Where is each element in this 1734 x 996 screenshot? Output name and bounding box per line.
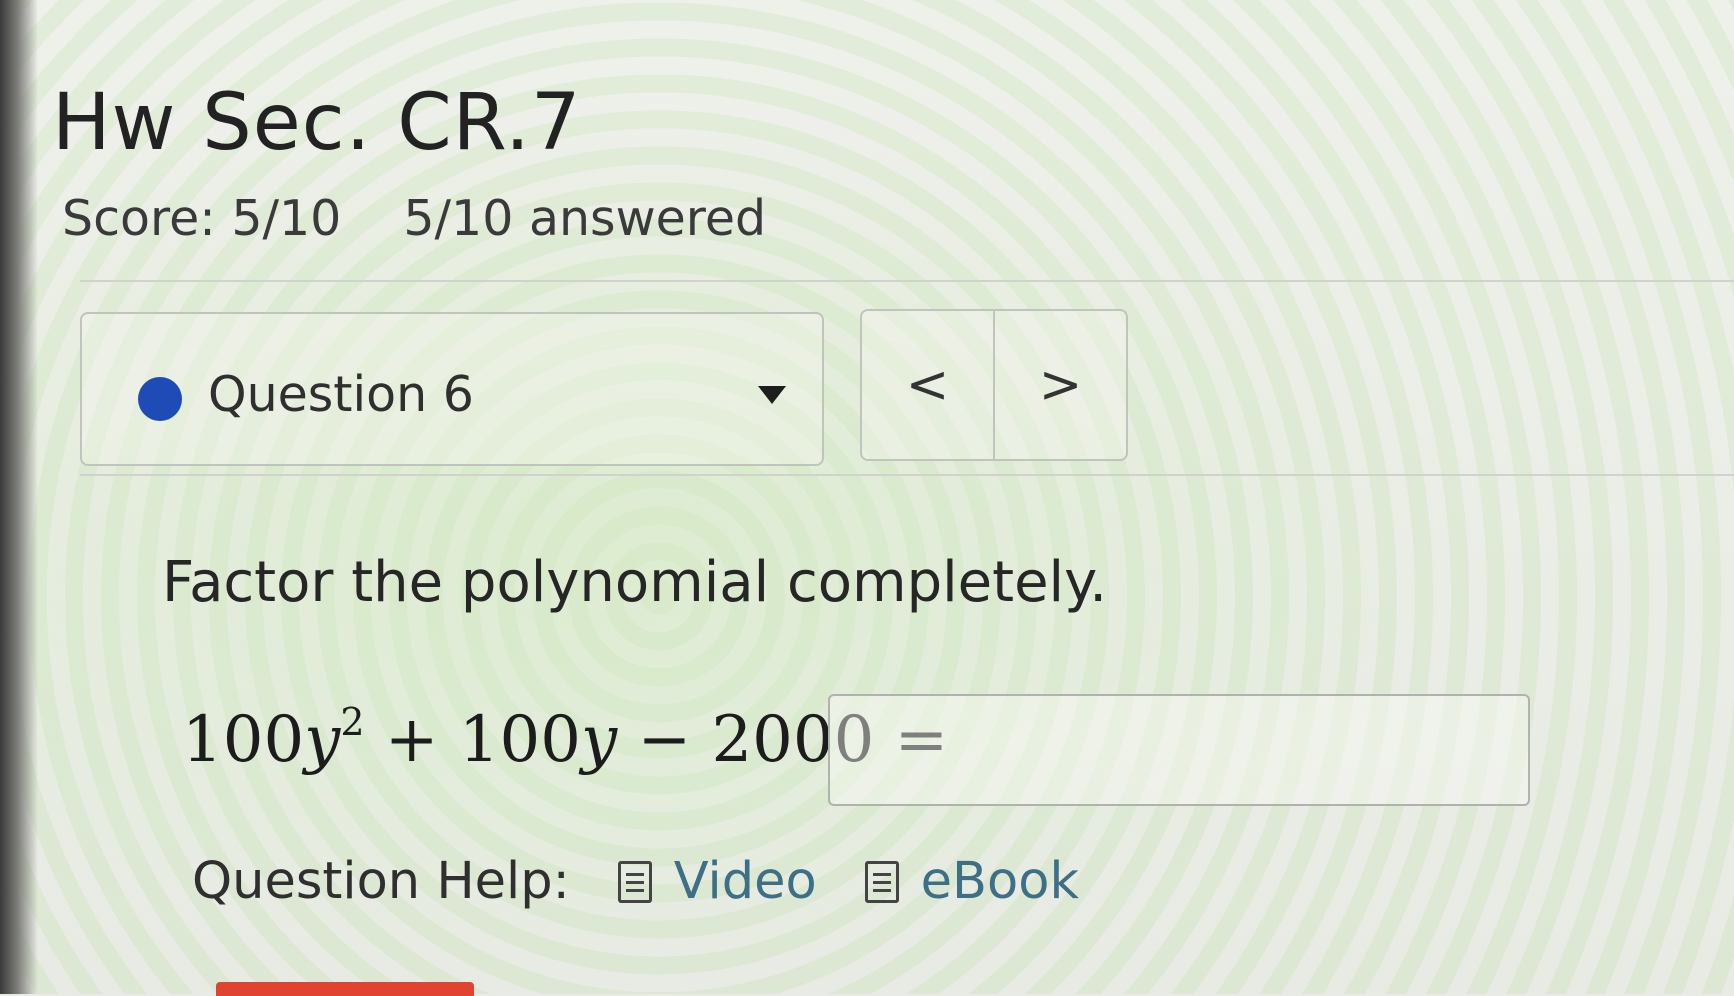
video-help-label: Video: [673, 852, 817, 911]
ebook-help-label: eBook: [920, 852, 1079, 911]
question-selector[interactable]: Question 6: [80, 312, 824, 466]
screen-bezel: [0, 0, 38, 994]
score-line: Score: 5/10 5/10 answered: [62, 190, 828, 247]
question-prompt: Factor the polynomial completely.: [162, 550, 1108, 615]
dropdown-caret-icon: [758, 386, 786, 404]
term2-variable: y: [580, 703, 618, 777]
ebook-help-link[interactable]: eBook: [864, 852, 1079, 911]
term1-variable: y: [304, 703, 341, 777]
divider-top: [80, 280, 1734, 282]
operator-minus: −: [617, 703, 712, 777]
previous-question-button[interactable]: <: [862, 311, 993, 459]
term2-coefficient: 100: [458, 703, 581, 777]
document-icon: [864, 860, 899, 903]
video-help-link[interactable]: Video: [617, 852, 817, 911]
operator-plus: +: [364, 703, 459, 777]
answer-input[interactable]: [828, 694, 1530, 806]
question-help: Question Help: Video eBook: [192, 852, 1079, 911]
question-status-dot: [138, 377, 182, 421]
answered-text: 5/10 answered: [403, 190, 767, 247]
question-help-label: Question Help:: [192, 852, 570, 911]
question-nav-buttons: < >: [860, 309, 1128, 461]
term1-exponent: 2: [340, 700, 365, 744]
page-title: Hw Sec. CR.7: [52, 78, 582, 168]
divider-bottom: [80, 474, 1734, 476]
score-text: Score: 5/10: [62, 190, 342, 247]
term1-coefficient: 100: [182, 703, 305, 777]
next-question-button[interactable]: >: [993, 311, 1126, 459]
question-selector-label: Question 6: [208, 366, 474, 423]
document-icon: [617, 860, 652, 903]
